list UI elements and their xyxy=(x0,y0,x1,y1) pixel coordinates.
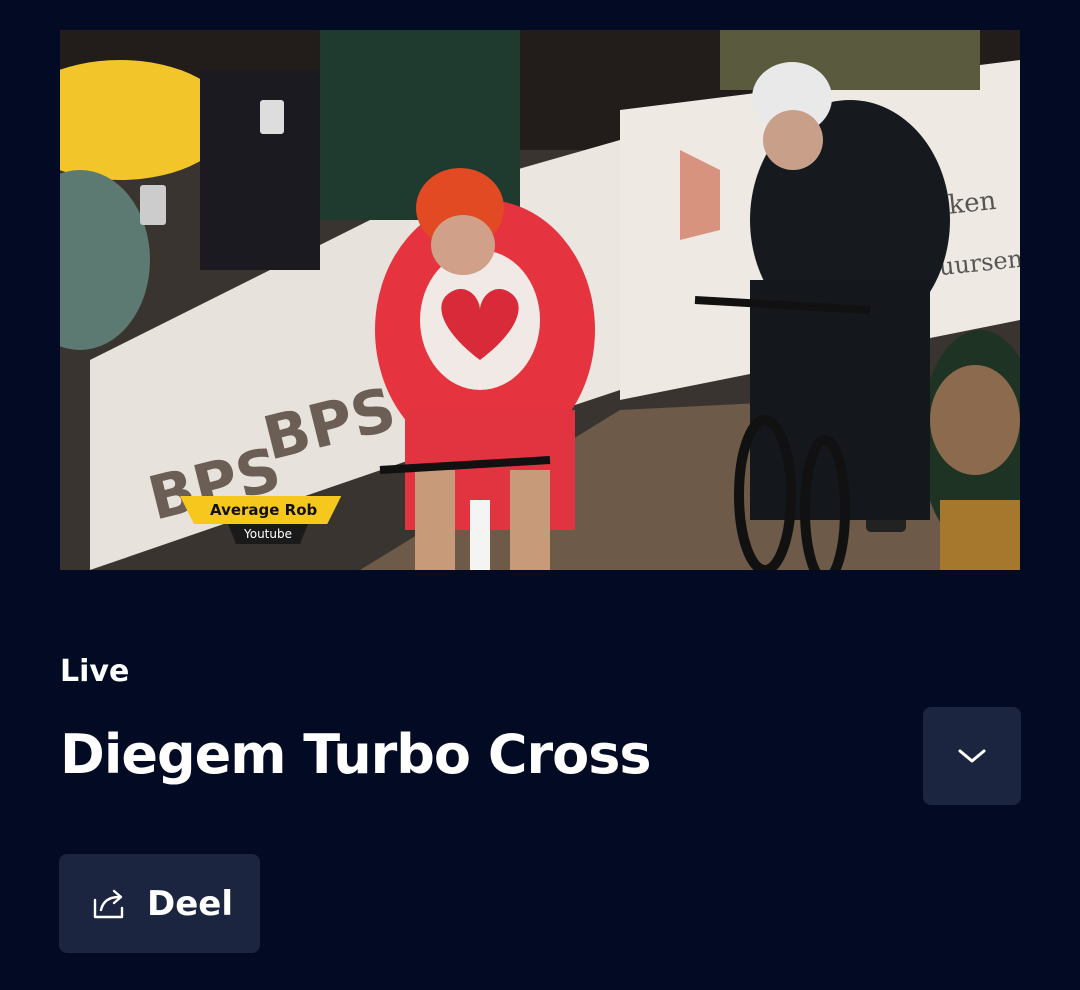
share-button[interactable]: Deel xyxy=(59,854,260,953)
lower-third-subtitle: Youtube xyxy=(228,524,308,544)
video-frame-image: BPS BPS BPS Blanken Natuursen xyxy=(60,30,1020,570)
video-player[interactable]: BPS BPS BPS Blanken Natuursen xyxy=(60,30,1020,570)
chevron-down-icon xyxy=(958,749,986,763)
stream-title: Diegem Turbo Cross xyxy=(60,723,651,786)
lower-third-overlay: Average Rob Youtube xyxy=(180,496,360,544)
lower-third-name: Average Rob xyxy=(180,496,341,524)
share-icon xyxy=(93,889,124,918)
expand-details-button[interactable] xyxy=(923,707,1021,805)
live-status-label: Live xyxy=(60,654,130,689)
share-button-label: Deel xyxy=(147,883,233,924)
page: BPS BPS BPS Blanken Natuursen xyxy=(0,0,1080,990)
